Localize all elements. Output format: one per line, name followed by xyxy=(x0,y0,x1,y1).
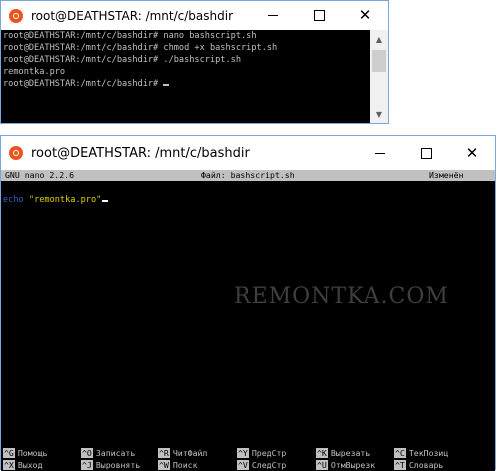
maximize-icon xyxy=(313,10,325,21)
shortcut-label: ОтмВырезк xyxy=(330,460,376,470)
ubuntu-logo-icon xyxy=(9,146,23,160)
nano-version: GNU nano 2.2.6 xyxy=(5,170,75,180)
shortcut-label: Вырезать xyxy=(330,448,371,458)
shortcut-justify[interactable]: ^J Выровнять xyxy=(81,459,140,471)
window-title: root@DEATHSTAR: /mnt/c/bashdir xyxy=(31,8,234,23)
shortcut-key: ^Y xyxy=(237,448,249,458)
shortcut-exit[interactable]: ^X Выход xyxy=(3,459,43,471)
scroll-down-arrow-icon[interactable]: ▼ xyxy=(370,107,388,121)
terminal-line: root@DEATHSTAR:/mnt/c/bashdir# chmod +x … xyxy=(3,43,278,53)
shortcut-label: Поиск xyxy=(172,460,198,470)
shortcut-label: ЧитФайл xyxy=(172,448,208,458)
vertical-scrollbar[interactable]: ▲ ▼ xyxy=(370,30,388,123)
shortcut-key: ^X xyxy=(3,460,15,470)
title-bar[interactable]: root@DEATHSTAR: /mnt/c/bashdir ✕ xyxy=(1,1,388,30)
shortcut-key: ^O xyxy=(81,448,93,458)
shortcut-label: Словарь xyxy=(408,460,444,470)
window-controls: ✕ xyxy=(250,1,388,30)
terminal-window-1[interactable]: root@DEATHSTAR: /mnt/c/bashdir ✕ root@DE… xyxy=(0,0,389,124)
code-string: "remontka.pro" xyxy=(28,195,102,205)
shortcut-label: СледСтр xyxy=(251,460,287,470)
scroll-up-arrow-icon[interactable]: ▲ xyxy=(370,32,388,46)
shortcut-key: ^T xyxy=(394,460,406,470)
shortcut-search[interactable]: ^W Поиск xyxy=(158,459,198,471)
shortcut-label: Записать xyxy=(95,448,136,458)
shortcut-read-file[interactable]: ^R ЧитФайл xyxy=(158,447,207,459)
watermark: REMONTKA.COM xyxy=(234,284,449,309)
shortcut-label: Выровнять xyxy=(95,460,141,470)
scrollbar-thumb[interactable] xyxy=(372,50,386,72)
maximize-icon xyxy=(420,147,432,159)
text-cursor xyxy=(102,200,109,202)
window-title: root@DEATHSTAR: /mnt/c/bashdir xyxy=(31,145,250,161)
shortcut-row-2: ^X Выход ^J Выровнять ^W Поиск ^V СледСтр ^U… xyxy=(1,459,495,471)
shortcut-label: ТекПозиц xyxy=(408,448,449,458)
terminal-output[interactable]: root@DEATHSTAR:/mnt/c/bashdir# nano bash… xyxy=(1,30,370,123)
minimize-button[interactable] xyxy=(250,1,296,30)
shortcut-write[interactable]: ^O Записать xyxy=(81,447,135,459)
shortcut-help[interactable]: ^G Помощь xyxy=(3,447,47,459)
shortcut-key: ^K xyxy=(316,448,328,458)
code-keyword: echo xyxy=(3,195,24,205)
close-button[interactable]: ✕ xyxy=(449,136,495,170)
shortcut-key: ^V xyxy=(237,460,249,470)
ubuntu-logo-icon xyxy=(9,8,23,23)
shortcut-next-page[interactable]: ^V СледСтр xyxy=(237,459,286,471)
minimize-button[interactable] xyxy=(357,136,403,170)
shortcut-cut[interactable]: ^K Вырезать xyxy=(316,447,370,459)
shortcut-label: Помощь xyxy=(17,448,48,458)
editor-line[interactable]: echo "remontka.pro" xyxy=(3,194,109,206)
minimize-icon xyxy=(268,15,278,16)
text-cursor xyxy=(163,84,170,86)
terminal-line: root@DEATHSTAR:/mnt/c/bashdir# nano bash… xyxy=(3,31,257,41)
window-controls: ✕ xyxy=(357,136,495,170)
shortcut-label: Выход xyxy=(17,460,43,470)
shortcut-label: ПредСтр xyxy=(251,448,287,458)
nano-editor[interactable]: GNU nano 2.2.6 Файл: bashscript.sh Измен… xyxy=(1,170,495,471)
terminal-line: remontka.pro xyxy=(3,67,66,77)
shortcut-cur-pos[interactable]: ^C ТекПозиц xyxy=(394,447,448,459)
shortcut-key: ^U xyxy=(316,460,328,470)
terminal-prompt: root@DEATHSTAR:/mnt/c/bashdir# xyxy=(3,79,164,89)
shortcut-key: ^G xyxy=(3,448,15,458)
close-icon: ✕ xyxy=(465,143,479,162)
title-bar[interactable]: root@DEATHSTAR: /mnt/c/bashdir ✕ xyxy=(1,136,495,170)
close-icon: ✕ xyxy=(358,6,372,24)
shortcut-spell[interactable]: ^T Словарь xyxy=(394,459,443,471)
shortcut-key: ^J xyxy=(81,460,93,470)
shortcut-key: ^C xyxy=(394,448,406,458)
nano-filename: Файл: bashscript.sh xyxy=(201,170,295,180)
maximize-button[interactable] xyxy=(296,1,342,30)
nano-header-bar: GNU nano 2.2.6 Файл: bashscript.sh Измен… xyxy=(1,170,495,181)
shortcut-uncut[interactable]: ^U ОтмВырезк xyxy=(316,459,375,471)
shortcut-key: ^R xyxy=(158,448,170,458)
minimize-icon xyxy=(375,152,385,154)
terminal-line: root@DEATHSTAR:/mnt/c/bashdir# ./bashscr… xyxy=(3,55,241,65)
shortcut-row-1: ^G Помощь ^O Записать ^R ЧитФайл ^Y ПредСтр … xyxy=(1,447,495,459)
maximize-button[interactable] xyxy=(403,136,449,170)
shortcut-prev-page[interactable]: ^Y ПредСтр xyxy=(237,447,286,459)
nano-modified-status: Изменён xyxy=(429,170,464,180)
close-button[interactable]: ✕ xyxy=(342,1,388,30)
shortcut-key: ^W xyxy=(158,460,170,470)
terminal-prompt-line: root@DEATHSTAR:/mnt/c/bashdir# xyxy=(1,78,370,90)
